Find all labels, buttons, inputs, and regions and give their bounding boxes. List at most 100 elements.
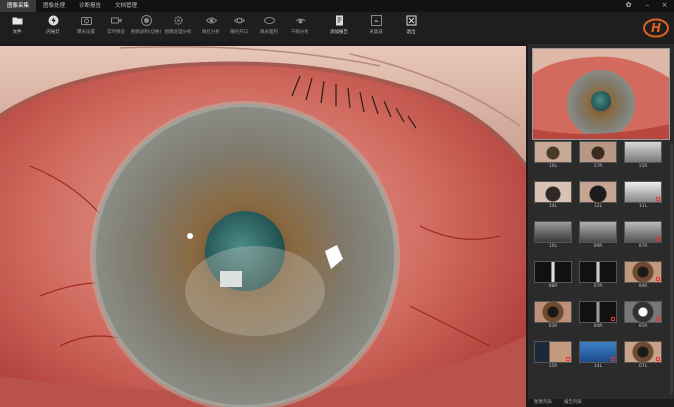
capturer-button[interactable]: 采集器 (361, 14, 391, 40)
thumbnail-item[interactable]: 15R (624, 141, 662, 171)
gear-icon (173, 16, 183, 25)
exit-button[interactable]: 退出 (396, 14, 426, 40)
thumbnail-image (624, 141, 662, 163)
thumbnail-item[interactable]: 09R (579, 221, 617, 251)
live-preview-button[interactable]: 实时预览 (101, 14, 131, 40)
dry-eye-label: 干眼分析 (291, 30, 309, 35)
thumbnail-item[interactable]: 04R (579, 301, 617, 331)
eyelid-opening-button[interactable]: 眼睑开口 (224, 14, 254, 40)
thumbnail-item[interactable]: 07R (579, 261, 617, 291)
file-button[interactable]: 文件 (2, 14, 32, 40)
video-icon (110, 17, 121, 24)
preview-eye-photo (533, 49, 669, 139)
image-analysis-label: 图像处理分析 (164, 30, 192, 35)
dry-eye-button[interactable]: 干眼分析 (285, 14, 315, 40)
marker-icon (656, 357, 660, 361)
record-toggle-button[interactable]: 视频录制(切换) (131, 14, 161, 40)
menu-bar: 图像采集 图像处理 诊断报告 文档管理 ✿ – × (0, 0, 674, 12)
thumbnail-item[interactable]: 17R (579, 141, 617, 171)
thumbnail-label: 07R (593, 284, 603, 289)
settings-icon[interactable]: ✿ (624, 1, 633, 10)
logo-letter: H (651, 21, 661, 35)
thumbnail-image (534, 221, 572, 243)
thumbnail-image (534, 141, 572, 163)
exposure-button[interactable]: 曝光设置 (71, 14, 101, 40)
thumbnail-image (579, 301, 617, 323)
thumbnail-item[interactable]: 03R (534, 301, 572, 331)
exit-icon (406, 15, 416, 26)
thumbnail-label: 10L (548, 244, 558, 249)
tab-image-capture[interactable]: 图像采集 (0, 0, 37, 12)
flash-label: 闪光灯 (46, 30, 60, 35)
exit-label: 退出 (406, 30, 416, 35)
thumbnail-item[interactable]: 14L (579, 341, 617, 371)
dry-eye-icon (295, 18, 305, 24)
camera-icon (80, 17, 92, 25)
thumbnail-image (579, 181, 617, 203)
thumbnail-item[interactable]: 14L (534, 181, 572, 211)
thumbnail-item[interactable]: 15R (534, 341, 572, 371)
thumbnail-item[interactable]: 11L (624, 181, 662, 211)
thumbnail-label: 05R (638, 324, 648, 329)
tab-diagnosis-report[interactable]: 诊断报告 (72, 0, 108, 12)
thumbnail-label: 03R (548, 324, 558, 329)
add-report-label: 添加报告 (330, 30, 348, 35)
thumbnail-image (579, 341, 617, 363)
thumbnail-image (579, 141, 617, 163)
tab-image-processing[interactable]: 图像处理 (36, 0, 72, 12)
toolbar: 文件 闪光灯 曝光设置 实时预览 视频录制(切换) 图像处理分析 眼红分析 眼睑… (0, 12, 674, 42)
report-icon (335, 15, 343, 26)
preview-image[interactable] (532, 48, 670, 140)
thumbnail-image (579, 221, 617, 243)
ocular-surface-label: 眼表面积 (260, 30, 278, 35)
capturer-label: 采集器 (369, 30, 383, 35)
thumbnail-image (534, 301, 572, 323)
thumbnail-image (624, 301, 662, 323)
tab-document-management[interactable]: 文档管理 (108, 0, 144, 12)
thumbnail-label: 08R (548, 284, 558, 289)
right-panel: 10L 17R 15R 14L 12L 11L 10L 09R 07R 08R 07R 04R 03R 0… (528, 44, 674, 407)
thumbnail-scrollbar[interactable] (670, 144, 673, 394)
thumbnail-item[interactable]: 08R (534, 261, 572, 291)
thumbnail-item[interactable]: 12L (579, 181, 617, 211)
thumbnail-label: 04R (638, 284, 648, 289)
exposure-label: 曝光设置 (77, 30, 95, 35)
thumbnail-item[interactable]: 05R (624, 301, 662, 331)
eye-outline-icon (263, 17, 275, 24)
main-image-view[interactable] (0, 46, 526, 407)
thumbnail-label: 04R (593, 324, 603, 329)
thumbnail-label: 10L (548, 164, 558, 169)
tab-report-list[interactable]: 报告列表 (558, 399, 588, 407)
image-analysis-button[interactable]: 图像处理分析 (163, 14, 193, 40)
ocular-surface-button[interactable]: 眼表面积 (254, 14, 284, 40)
add-report-button[interactable]: 添加报告 (324, 14, 354, 40)
thumbnail-label: 15R (548, 364, 558, 369)
record-toggle-label: 视频录制(切换) (130, 30, 162, 35)
thumbnail-label: 11L (638, 204, 648, 209)
marker-icon (656, 277, 660, 281)
thumbnail-item[interactable]: 07L (624, 341, 662, 371)
tab-image-list[interactable]: 图像列表 (528, 399, 558, 407)
redness-analysis-label: 眼红分析 (202, 30, 220, 35)
aperture-icon (140, 15, 152, 26)
live-preview-label: 实时预览 (107, 30, 125, 35)
close-icon[interactable]: × (660, 1, 669, 10)
thumbnail-label: 14L (548, 204, 558, 209)
thumbnail-image (624, 181, 662, 203)
flash-icon (48, 15, 58, 26)
minimize-icon[interactable]: – (643, 1, 652, 10)
marker-icon (656, 197, 660, 201)
thumbnail-item[interactable]: 10L (534, 221, 572, 251)
thumbnail-item[interactable]: 07R (624, 221, 662, 251)
brand-logo: H (643, 18, 669, 38)
flash-button[interactable]: 闪光灯 (38, 14, 68, 40)
side-tabs: 图像列表 报告列表 (528, 399, 674, 407)
thumbnail-item[interactable]: 04R (624, 261, 662, 291)
thumbnail-label: 07L (638, 364, 648, 369)
thumbnail-item[interactable]: 10L (534, 141, 572, 171)
thumbnail-image (579, 261, 617, 283)
marker-icon (611, 317, 615, 321)
marker-icon (566, 357, 570, 361)
thumbnail-label: 09R (593, 244, 603, 249)
redness-analysis-button[interactable]: 眼红分析 (196, 14, 226, 40)
